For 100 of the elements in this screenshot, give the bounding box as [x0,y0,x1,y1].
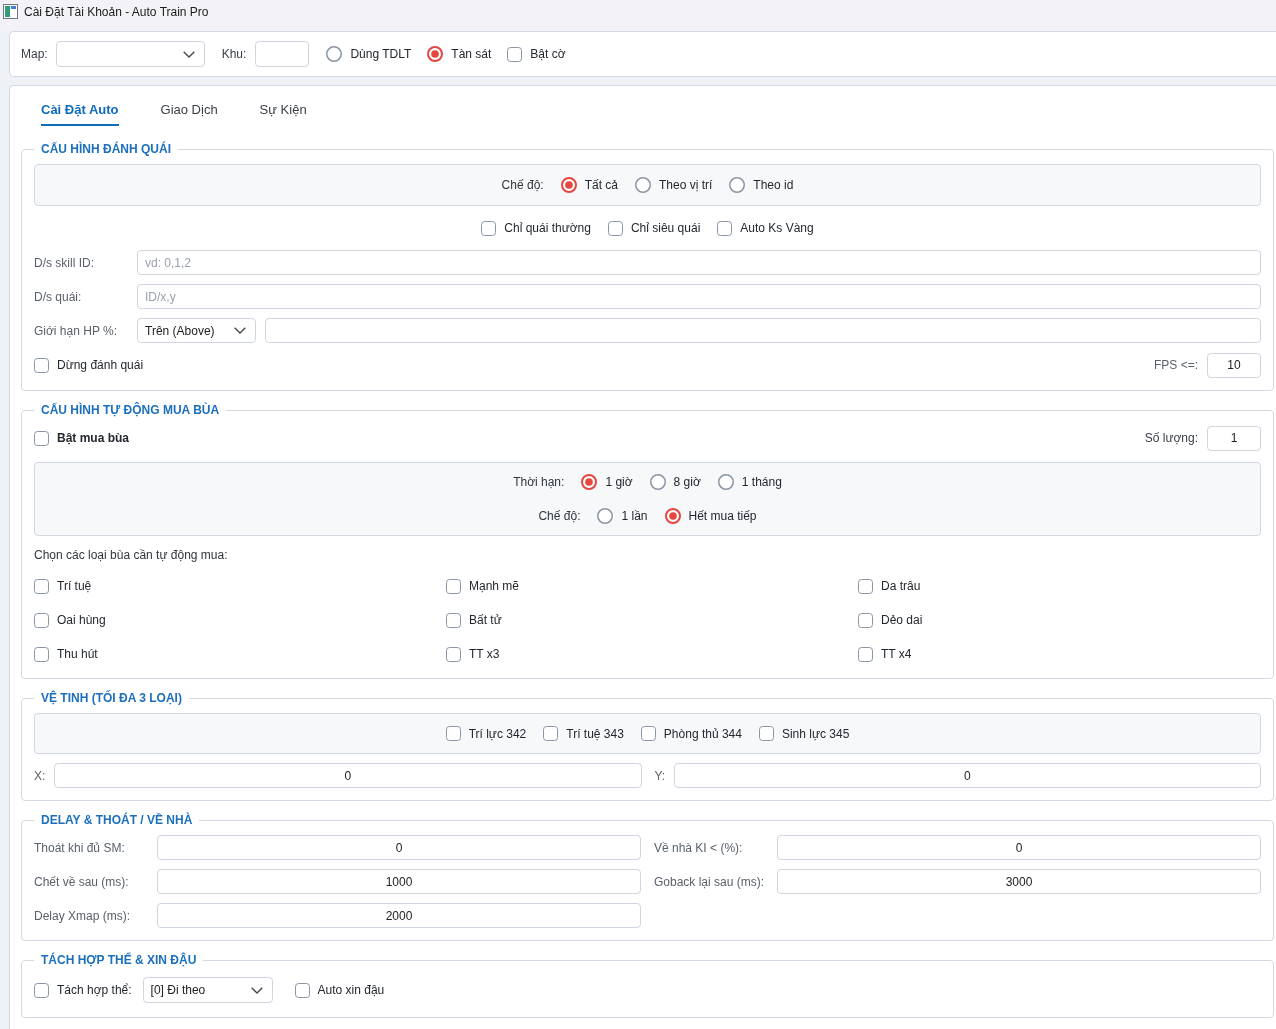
section-title: TÁCH HỢP THỂ & XIN ĐẬU [40,953,198,967]
checkbox-label: TT x3 [469,646,500,662]
radio-button[interactable] [717,474,734,490]
radio-label: Tàn sát [451,46,492,62]
checkbox[interactable] [607,220,623,236]
checkbox-label: Trí tuệ [57,578,92,594]
radio-label: Hết mua tiếp [688,508,757,524]
radio-button[interactable] [729,177,746,193]
radio-label: 1 lần [621,508,648,524]
checkbox[interactable] [294,982,310,998]
field-label: Map: [21,46,48,62]
section-label: Chọn các loại bùa cần tự động mua: [34,547,228,563]
window-title: Cài Đặt Tài Khoản - Auto Train Pro [24,4,209,20]
tab[interactable]: Giao Dịch [160,102,218,126]
dropdown[interactable]: Trên (Above) [137,318,256,343]
checkbox[interactable] [717,220,733,236]
checkbox-label: Thu hút [57,646,98,662]
checkbox-label: Sinh lực 345 [781,725,850,742]
checkbox-label: Da trâu [881,578,921,594]
checkbox[interactable] [446,578,461,594]
checkbox[interactable] [34,430,49,446]
radio-label: Tất cả [584,177,618,193]
radio-button[interactable] [597,508,614,524]
radio-button[interactable] [581,474,598,490]
checkbox-label: Trí lực 342 [468,725,527,742]
chevron-down-icon [234,327,246,334]
checkbox-label: Dừng đánh quái [57,357,144,373]
checkbox[interactable] [858,578,873,594]
radio-label: 8 giờ [673,474,701,490]
field-label: Chết về sau (ms): [34,873,129,890]
radio-button[interactable] [326,46,343,62]
tab[interactable]: Sự Kiện [259,102,307,126]
checkbox-label: Oai hùng [57,612,106,628]
checkbox-label: Bất tử [469,612,502,628]
checkbox[interactable] [858,646,873,662]
radio-label: Dùng TDLT [350,46,412,62]
checkbox[interactable] [640,726,656,741]
text-field[interactable]: 0 [777,835,1261,860]
checkbox[interactable] [446,646,461,662]
field-label: Goback lại sau (ms): [654,873,765,890]
checkbox[interactable] [445,726,461,741]
checkbox-label: Trí tuệ 343 [566,725,624,742]
checkbox[interactable] [446,612,461,628]
chevron-down-icon [182,50,195,58]
section-title: VỆ TINH (TỐI ĐA 3 LOẠI) [40,691,183,705]
field-label: D/s quái: [34,288,82,305]
dropdown[interactable]: [0] Đi theo [142,977,273,1003]
field-label: Thoát khi đủ SM: [34,839,125,856]
text-field[interactable] [255,41,310,67]
checkbox[interactable] [34,982,49,998]
checkbox[interactable] [481,220,497,236]
radio-label: 1 tháng [741,474,782,490]
text-field[interactable]: 2000 [157,903,641,928]
radio-button[interactable] [560,177,577,193]
checkbox[interactable] [34,357,49,373]
text-field[interactable]: 1000 [157,869,641,894]
field-label: Giới hạn HP %: [34,322,117,339]
field-label: Delay Xmap (ms): [34,907,131,924]
field-label: D/s skill ID: [34,254,94,271]
radio-label: Theo vị trí [659,177,713,193]
checkbox[interactable] [34,646,49,662]
radio-button[interactable] [664,508,681,524]
checkbox-label: TT x4 [881,646,912,662]
section-title: CẤU HÌNH TỰ ĐỘNG MUA BÙA [40,403,221,417]
field-label: Khu: [221,46,247,62]
tab[interactable]: Cài Đặt Auto [41,102,119,126]
checkbox[interactable] [34,612,49,628]
field-label: Y: [654,767,666,784]
app-icon [3,4,18,19]
radio-button[interactable] [635,177,651,193]
checkbox[interactable] [34,578,49,594]
text-field[interactable]: 0 [673,763,1261,788]
field-label: Chế độ: [501,177,544,193]
text-field[interactable]: 3000 [777,869,1261,894]
text-field[interactable]: 0 [157,835,641,860]
field-label: FPS <=: [1153,357,1198,373]
chevron-down-icon [250,986,263,994]
field-label: Số lượng: [1144,430,1198,446]
checkbox-label: Chỉ siêu quái [630,220,701,236]
text-field[interactable]: 10 [1207,352,1261,378]
text-field[interactable]: 1 [1207,425,1261,451]
checkbox[interactable] [858,612,873,628]
field-label: Thời hạn: [513,474,565,490]
checkbox-label: Tách hợp thể: [57,982,132,998]
checkbox-label: Mạnh mẽ [469,578,520,594]
checkbox[interactable] [543,726,559,741]
radio-button[interactable] [427,46,444,62]
checkbox-label: Chỉ quái thường [504,220,591,236]
checkbox-label: Bật cờ [530,46,566,62]
checkbox-label: Bật mua bùa [57,430,129,446]
field-label: Về nhà KI < (%): [654,839,743,856]
field-label: X: [34,767,46,784]
field-label: Chế độ: [538,508,581,524]
section-title: DELAY & THOÁT / VỀ NHÀ [40,813,194,827]
section-title: CẤU HÌNH ĐÁNH QUÁI [40,142,172,156]
checkbox[interactable] [507,46,523,62]
text-field[interactable] [265,318,1261,343]
radio-button[interactable] [649,474,666,490]
checkbox[interactable] [758,726,774,741]
text-field[interactable]: 0 [54,763,642,788]
